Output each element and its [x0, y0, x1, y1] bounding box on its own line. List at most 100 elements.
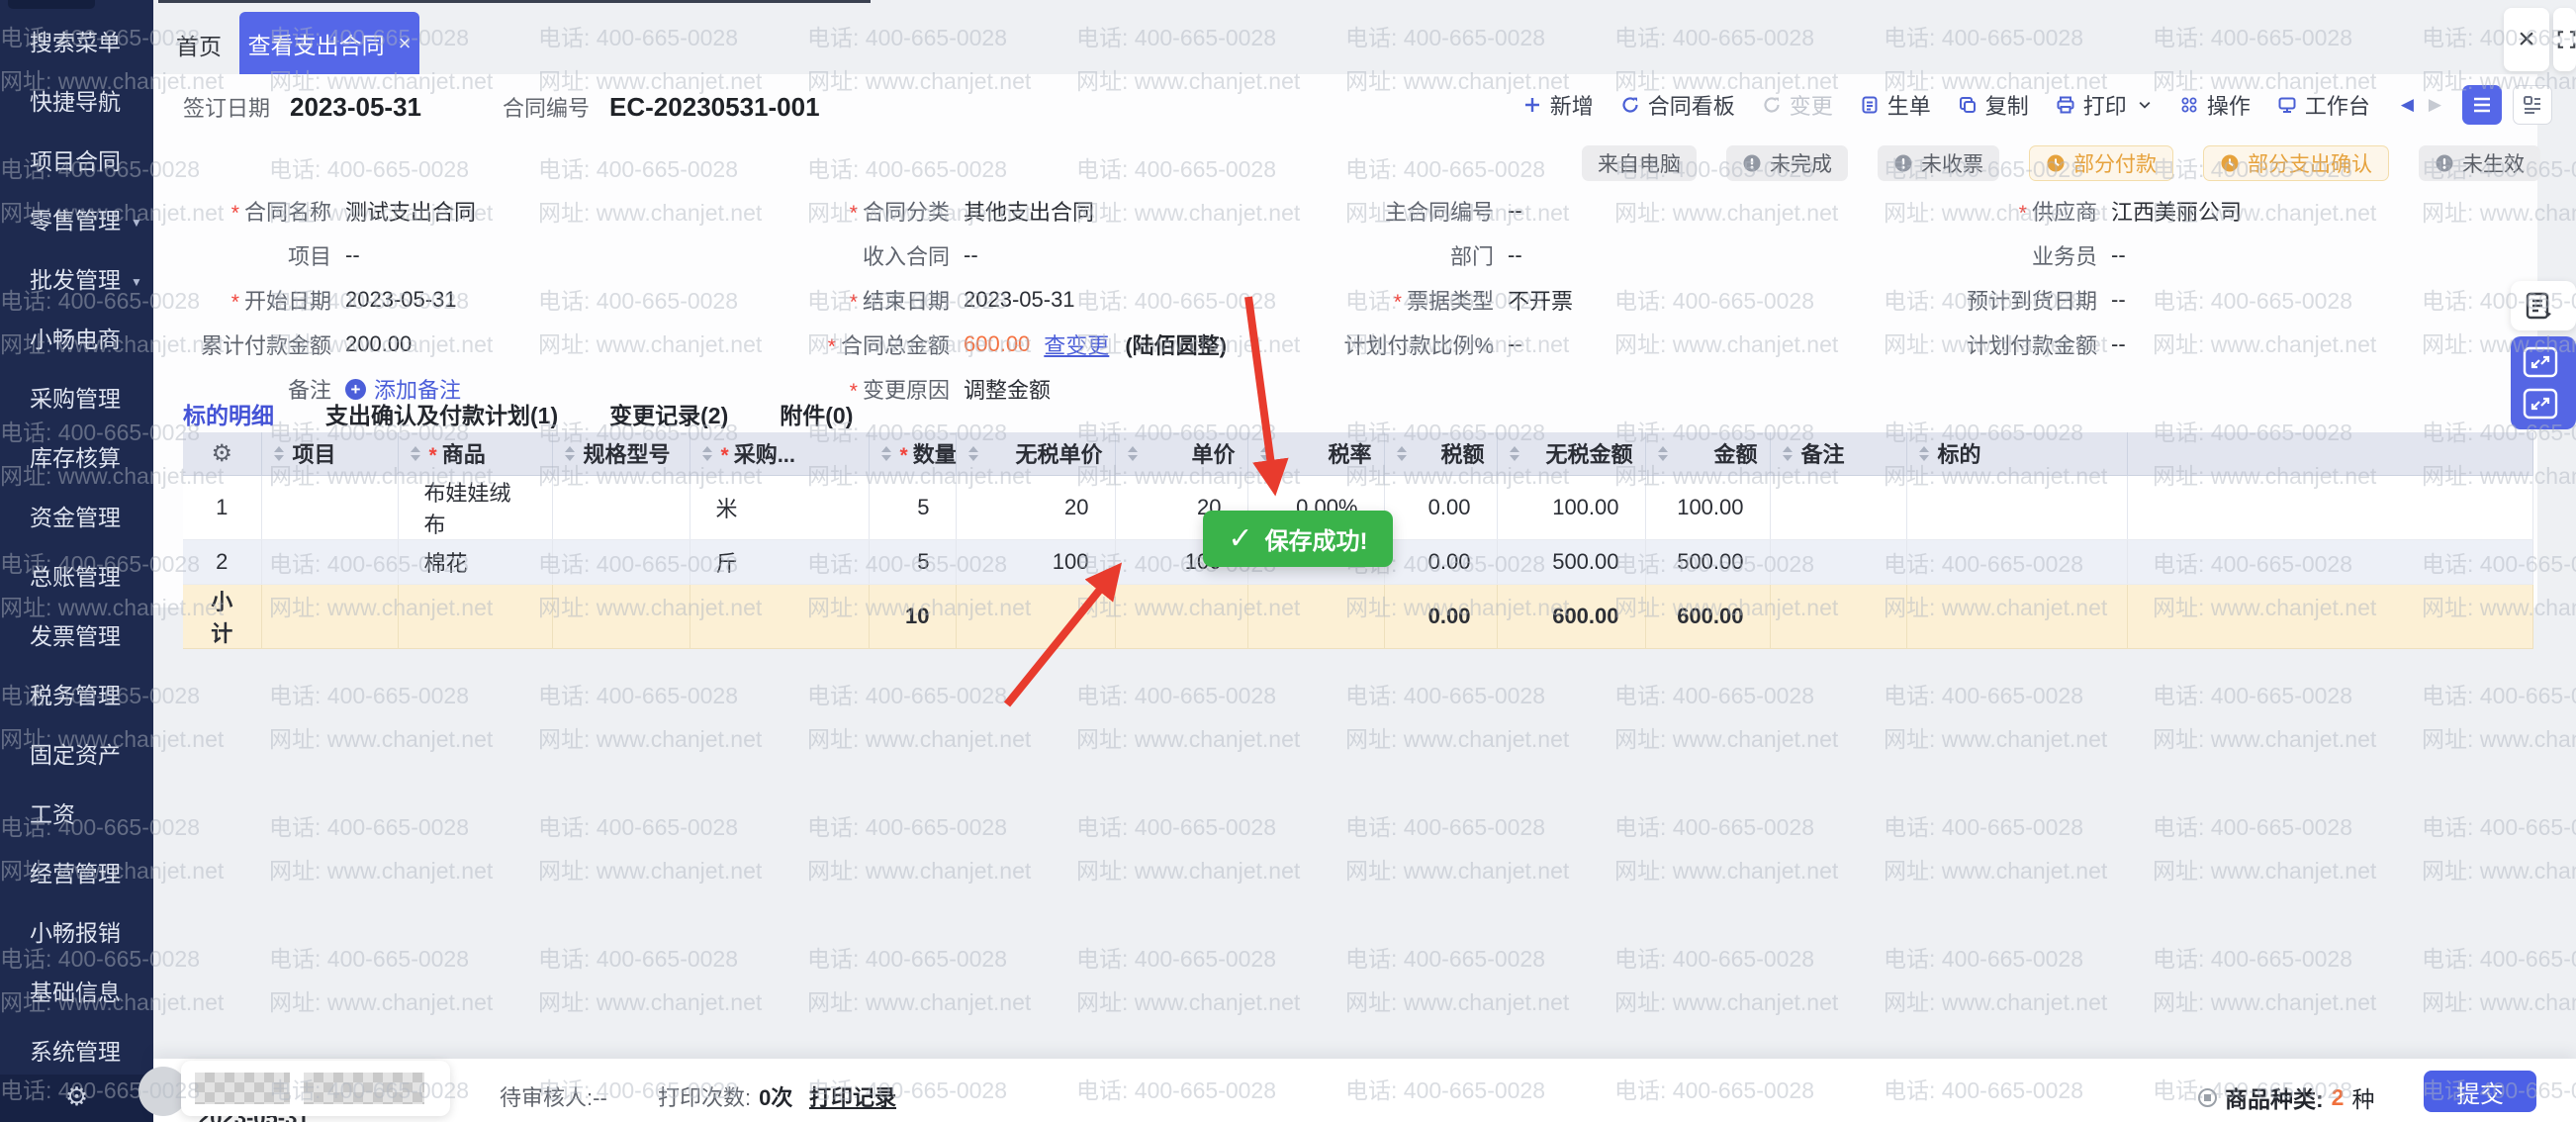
watermark: 电话: 400-665-0028网址: www.chanjet.net — [538, 937, 762, 1024]
sidebar-item-label: 资金管理 — [30, 505, 121, 530]
list-view-toggle[interactable] — [2462, 85, 2502, 125]
sort-icon — [565, 446, 575, 461]
field-label-text: 累计付款金额 — [201, 333, 331, 358]
sidebar-item-invoice-mgmt[interactable]: 发票管理 — [0, 607, 153, 666]
watermark: 电话: 400-665-0028网址: www.chanjet.net — [2153, 937, 2376, 1024]
sidebar-item-label: 批发管理 — [30, 267, 121, 293]
sidebar-item-xiaochang-ecommerce[interactable]: 小畅电商 — [0, 310, 153, 369]
generate-doc-button[interactable]: 生单 — [1860, 89, 1931, 121]
sidebar-item-funds-mgmt[interactable]: 资金管理 — [0, 488, 153, 547]
sidebar-item-quick-nav[interactable]: 快捷导航 — [0, 72, 153, 132]
toolbar-label: 复制 — [1985, 89, 2029, 121]
col-header-subject[interactable]: 标的 — [1906, 432, 2127, 475]
watermark-phone: 电话: 400-665-0028 — [1614, 805, 1838, 849]
sidebar-item-system-mgmt[interactable]: 系统管理 — [0, 1022, 153, 1081]
watermark: 电话: 400-665-0028网址: www.chanjet.net — [1345, 937, 1569, 1024]
field-start-date: *开始日期2023-05-31 — [183, 284, 457, 316]
watermark: 电话: 400-665-0028网址: www.chanjet.net — [807, 937, 1031, 1024]
required-asterisk: * — [721, 444, 729, 467]
watermark-url: 网址: www.chanjet.net — [1614, 717, 1838, 761]
col-header-label: *商品 — [429, 437, 486, 469]
sidebar-item-retail-mgmt[interactable]: 零售管理▼ — [0, 191, 153, 250]
copy-button[interactable]: 复制 — [1958, 89, 2029, 121]
notes-rail-button[interactable] — [2511, 281, 2576, 330]
sidebar-item-purchase-mgmt[interactable]: 采购管理 — [0, 369, 153, 428]
sidebar-item-tax-mgmt[interactable]: 税务管理 — [0, 666, 153, 725]
cell-value: 5 — [917, 495, 929, 519]
sidebar-item-xiaochang-reimburse[interactable]: 小畅报销 — [0, 903, 153, 963]
expand-rail[interactable] — [2511, 336, 2576, 429]
col-header-quantity[interactable]: *数量 — [869, 432, 956, 475]
next-page-icon[interactable]: ▶ — [2429, 95, 2441, 115]
print-log-link[interactable]: 打印记录 — [809, 1080, 896, 1112]
col-header-remark[interactable]: 备注 — [1770, 432, 1906, 475]
cell-value: 5 — [917, 549, 929, 574]
watermark-phone: 电话: 400-665-0028 — [1614, 674, 1838, 717]
card-view-toggle[interactable] — [2513, 85, 2552, 125]
sidebar-item-wholesale-mgmt[interactable]: 批发管理 ▼ — [0, 250, 153, 310]
subtotal-row[interactable]: 小计100.00600.00600.00 — [183, 584, 2532, 648]
toolbar-label: 工作台 — [2305, 89, 2370, 121]
sku-summary: 商品种类: 2 种 — [2198, 1080, 2374, 1114]
sidebar-item-inventory-accounting[interactable]: 库存核算 — [0, 428, 153, 488]
watermark: 电话: 400-665-0028网址: www.chanjet.net — [2153, 805, 2376, 892]
col-header-amount[interactable]: 金额 — [1645, 432, 1770, 475]
toolbar-label: 生单 — [1887, 89, 1931, 121]
field-label-text: 结束日期 — [863, 289, 950, 314]
sidebar-item-search-menu[interactable]: 搜索菜单 — [0, 13, 153, 72]
col-header-project[interactable]: 项目 — [261, 432, 398, 475]
field-label: *开始日期 — [183, 284, 331, 316]
add-button[interactable]: 新增 — [1522, 89, 1594, 121]
sidebar-item-project-contract[interactable]: 项目合同 — [0, 132, 153, 191]
sidebar-item-general-ledger[interactable]: 总账管理 — [0, 547, 153, 607]
cell-value: 2 — [216, 549, 228, 574]
col-header-purchase-unit[interactable]: *采购... — [690, 432, 869, 475]
toolbar-label: 打印 — [2083, 89, 2127, 121]
field-label: 主合同编号 — [1098, 195, 1494, 227]
sidebar-nav: 搜索菜单快捷导航项目合同零售管理▼ 批发管理 ▼ 小畅电商采购管理库存核算资金管理总账… — [0, 13, 153, 1081]
watermark-phone: 电话: 400-665-0028 — [538, 674, 762, 717]
cell-value: 600.00 — [1677, 604, 1743, 628]
cell-value: 1 — [216, 495, 228, 519]
cell-purchase-unit: 米 — [690, 475, 869, 539]
print-button[interactable]: 打印 — [2056, 89, 2153, 121]
tab-home[interactable]: 首页 — [176, 28, 222, 61]
window-close-button[interactable]: × — [2504, 8, 2549, 71]
col-header-tax-rate[interactable]: 税率 — [1247, 432, 1384, 475]
tab-view-expense-contract[interactable]: 查看支出合同 × — [239, 12, 419, 74]
sidebar-item-payroll[interactable]: 工资 — [0, 785, 153, 844]
sidebar-item-business-mgmt[interactable]: 经营管理 — [0, 844, 153, 903]
col-header-price-no-tax[interactable]: 无税单价 — [956, 432, 1115, 475]
col-header-tax-amount[interactable]: 税额 — [1384, 432, 1497, 475]
field-label-text: 预计到货日期 — [1967, 289, 2097, 314]
col-header-text: 项目 — [293, 442, 336, 467]
expand-icon — [2523, 346, 2558, 378]
col-header-goods[interactable]: *商品 — [398, 432, 552, 475]
watermark-phone: 电话: 400-665-0028 — [1614, 16, 1838, 59]
submit-button[interactable]: 提交 — [2424, 1071, 2536, 1112]
sign-date-value: 2023-05-31 — [290, 92, 421, 123]
col-header-gear[interactable]: ⚙ — [183, 432, 261, 475]
toolbar-label: 操作 — [2207, 89, 2251, 121]
sidebar-item-fixed-assets[interactable]: 固定资产 — [0, 725, 153, 785]
save-success-toast: ✓ 保存成功! — [1203, 511, 1393, 567]
field-value: -- — [2111, 287, 2126, 313]
contract-board-button[interactable]: 合同看板 — [1620, 89, 1735, 121]
col-header-amount-no-tax[interactable]: 无税金额 — [1497, 432, 1645, 475]
workbench-button[interactable]: 工作台 — [2277, 89, 2370, 121]
sidebar-item-basic-info[interactable]: 基础信息 — [0, 963, 153, 1022]
sidebar-item-label: 总账管理 — [30, 564, 121, 590]
col-header-unit-price[interactable]: 单价 — [1115, 432, 1247, 475]
sidebar-settings-button[interactable]: ⚙ — [0, 1075, 153, 1122]
fullscreen-button[interactable] — [2553, 8, 2576, 71]
sign-date-label: 签订日期 — [183, 91, 270, 123]
actions-button[interactable]: 操作 — [2179, 89, 2251, 121]
watermark-phone: 电话: 400-665-0028 — [1345, 16, 1569, 59]
watermark-phone: 电话: 400-665-0028 — [269, 674, 493, 717]
prev-page-icon[interactable]: ◀ — [2401, 95, 2414, 115]
document-note-icon — [2525, 291, 2554, 321]
col-header-spec-model[interactable]: 规格型号 — [552, 432, 690, 475]
chevron-down-icon — [2137, 97, 2153, 113]
close-tab-icon[interactable]: × — [399, 31, 412, 56]
chevron-down-icon: ▼ — [131, 275, 142, 289]
